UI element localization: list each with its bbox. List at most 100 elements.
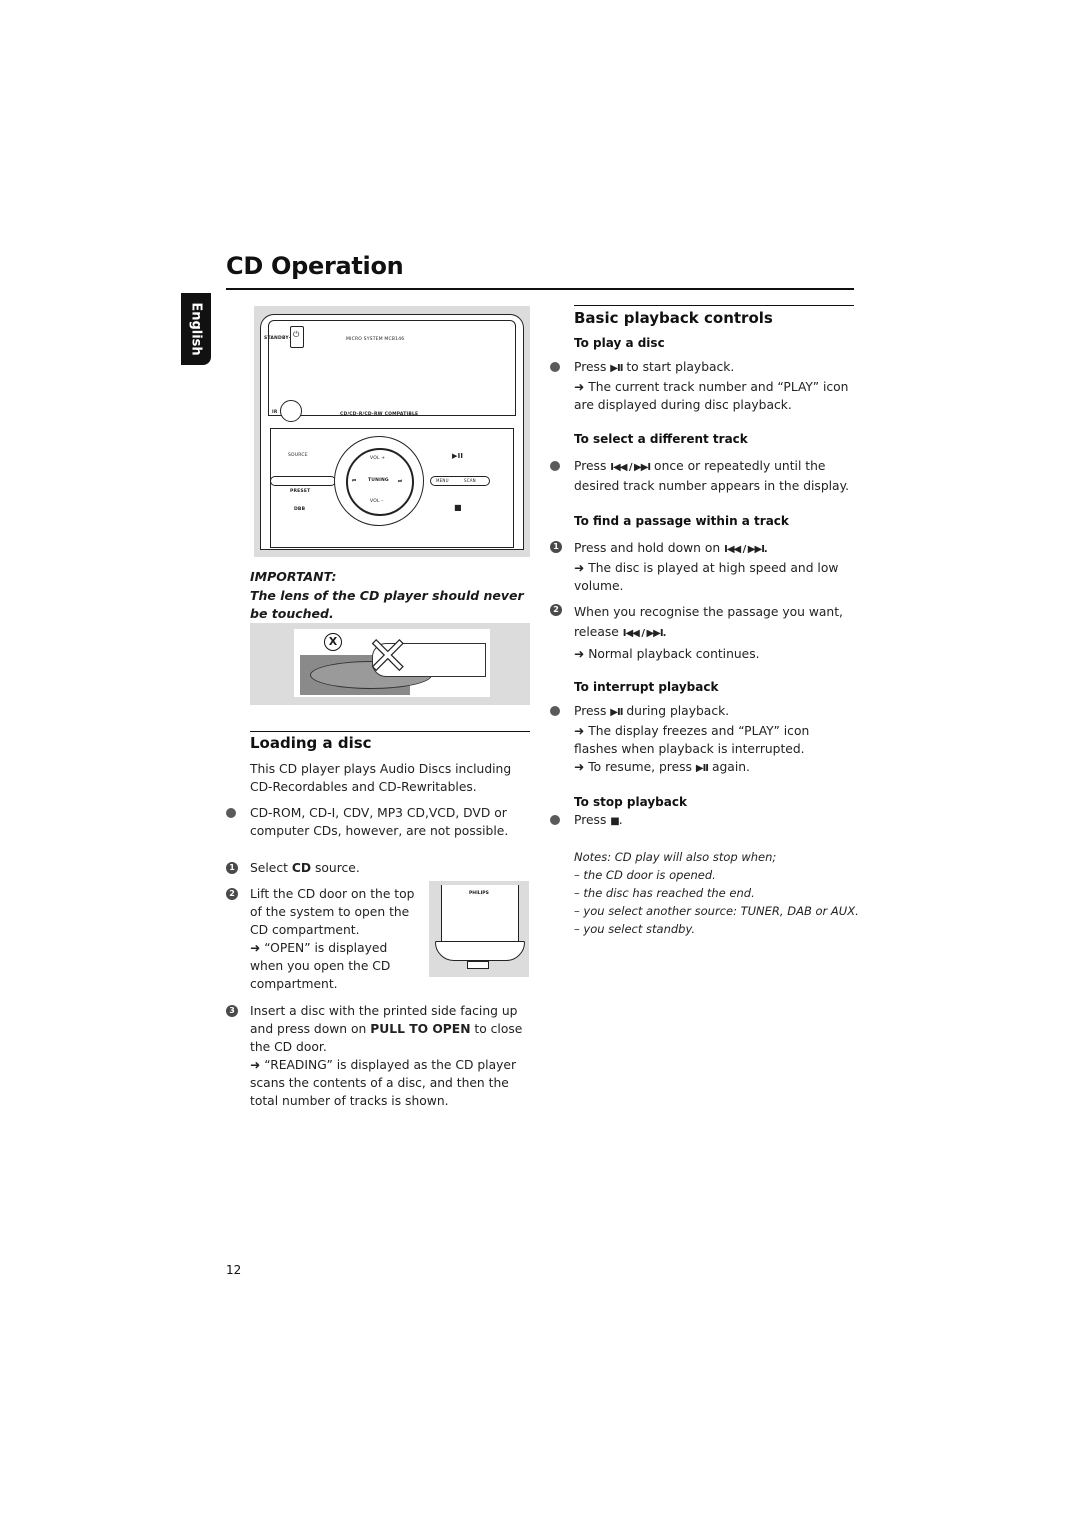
find-step-1: Press and hold down on I◀◀ / ▶▶I. ➜ The … [574, 539, 854, 595]
vol-down-label: VOL – [370, 499, 384, 504]
step-3-result: ➜ “READING” is displayed as the CD playe… [250, 1058, 516, 1108]
note-line: – you select another source: TUNER, DAB … [574, 904, 859, 918]
play-action: to start playback. [626, 360, 735, 374]
cd-door-illustration: PHILIPS [429, 881, 529, 977]
step-2-line: of the system to open the [250, 905, 410, 919]
step-2-line: compartment. [250, 977, 338, 991]
door-base [435, 941, 525, 961]
bullet-icon [550, 461, 560, 471]
important-text: The lens of the CD player should never b… [250, 588, 524, 621]
loading-intro: This CD player plays Audio Discs includi… [250, 762, 512, 794]
release-word: release [574, 625, 619, 639]
source-label: SOURCE [288, 453, 308, 458]
play-result: ➜ The current track number and “PLAY” ic… [574, 380, 849, 412]
step-2-text: Lift the CD door on the top of the syste… [250, 885, 420, 993]
step-2-line: ➜ “OPEN” is displayed [250, 941, 388, 955]
page-title: CD Operation [226, 252, 404, 280]
step-2-line: when you open the CD [250, 959, 391, 973]
language-tab: English [181, 293, 211, 365]
door-tab [467, 961, 489, 969]
bullet-icon [226, 808, 236, 818]
playback-section-divider [574, 305, 854, 306]
press-word: Press [574, 813, 607, 827]
stop-title: To stop playback [574, 795, 687, 809]
find-step-1-result: ➜ The disc is played at high speed and l… [574, 561, 839, 593]
interrupt-result-2: ➜ To resume, press ▶II again. [574, 758, 854, 778]
note-line: – the CD door is opened. [574, 868, 716, 882]
play-pause-icon: ▶II [452, 452, 464, 460]
door-brand: PHILIPS [469, 891, 489, 896]
press-word: Press [574, 459, 607, 473]
page-number: 12 [226, 1263, 242, 1277]
interrupt-title: To interrupt playback [574, 680, 719, 694]
important-label: IMPORTANT: [250, 569, 337, 584]
play-pause-icon: ▶II [610, 363, 623, 374]
step-3-text: Insert a disc with the printed side faci… [250, 1002, 530, 1110]
model-label: MICRO SYSTEM MCB146 [346, 337, 405, 342]
skip-prev-next-icon: I◀◀ / ▶▶I [610, 462, 651, 473]
step-2-number: 2 [226, 888, 238, 900]
next-icon: ⏭ [398, 479, 403, 484]
interrupt-result-1: ➜ The display freezes and “PLAY” icon fl… [574, 724, 810, 756]
play-pause-icon: ▶II [695, 763, 709, 774]
step-1-text: Select CD source. [250, 859, 360, 877]
resume-text: ➜ To resume, press [574, 760, 692, 774]
find-step-2-release: release I◀◀ / ▶▶I. [574, 622, 854, 644]
skip-prev-next-icon: I◀◀ / ▶▶I. [622, 628, 667, 639]
skip-prev-next-icon: I◀◀ / ▶▶I. [724, 544, 768, 555]
bullet-icon [550, 706, 560, 716]
note-line: Notes: CD play will also stop when; [574, 850, 777, 864]
note-line: – the disc has reached the end. [574, 886, 755, 900]
loading-heading: Loading a disc [250, 734, 372, 752]
find-title: To find a passage within a track [574, 514, 789, 528]
preset-buttons [270, 476, 336, 486]
step-2-line: Lift the CD door on the top [250, 887, 415, 901]
playback-heading: Basic playback controls [574, 309, 773, 327]
find-step-2-number: 2 [550, 604, 562, 616]
interrupt-action: during playback. [626, 704, 730, 718]
device-top-panel [268, 320, 516, 416]
lens-callout-icon: X [324, 633, 342, 651]
find-step-2-text: When you recognise the passage you want, [574, 605, 843, 619]
step-3-number: 3 [226, 1005, 238, 1017]
stop-icon: ■ [610, 816, 620, 827]
stop-post: . [618, 813, 623, 827]
find-step-1-number: 1 [550, 541, 562, 553]
find-step-2: When you recognise the passage you want,… [574, 602, 854, 664]
play-pause-icon: ▶II [610, 707, 623, 718]
select-title: To select a different track [574, 432, 748, 446]
step-1-pre: Select [250, 861, 292, 875]
lens-warning-illustration: ✕ X [250, 623, 530, 705]
play-instruction: Press ▶II to start playback. ➜ The curre… [574, 358, 854, 414]
stop-instruction: Press ■. [574, 811, 623, 831]
select-instruction: Press I◀◀ / ▶▶I once or repeatedly until… [574, 457, 854, 495]
notes-block: Notes: CD play will also stop when; – th… [574, 848, 864, 938]
stop-icon: ■ [454, 503, 462, 512]
bullet-icon [550, 815, 560, 825]
x-mark-icon: ✕ [365, 627, 410, 687]
language-tab-label: English [188, 302, 204, 356]
loading-section-divider [250, 731, 530, 732]
press-word: Press [574, 704, 607, 718]
vol-up-label: VOL + [370, 456, 386, 461]
device-front-illustration: STANDBY·ON ⏻ MICRO SYSTEM MCB146 IR CD/C… [254, 306, 530, 557]
power-icon: ⏻ [293, 330, 300, 339]
dbb-label: DBB [294, 507, 306, 512]
lens-image: ✕ X [294, 629, 490, 697]
interrupt-instruction: Press ▶II during playback. ➜ The display… [574, 702, 854, 778]
step-3-bold: PULL TO OPEN [370, 1022, 471, 1036]
preset-label: PRESET [290, 489, 311, 494]
find-step-2-result: ➜ Normal playback continues. [574, 647, 760, 661]
step-1-bold: CD [291, 861, 312, 875]
note-line: – you select standby. [574, 922, 696, 936]
resume-post: again. [711, 760, 750, 774]
standby-button: ⏻ [290, 326, 304, 348]
bullet-icon [550, 362, 560, 372]
tuning-label: TUNING [368, 478, 389, 483]
step-2-line: CD compartment. [250, 923, 360, 937]
title-divider [226, 288, 854, 290]
ir-sensor [280, 400, 302, 422]
prev-icon: ⏮ [352, 479, 357, 484]
scan-label: SCAN [464, 478, 476, 483]
compat-label: CD/CD-R/CD-RW COMPATIBLE [340, 412, 419, 417]
